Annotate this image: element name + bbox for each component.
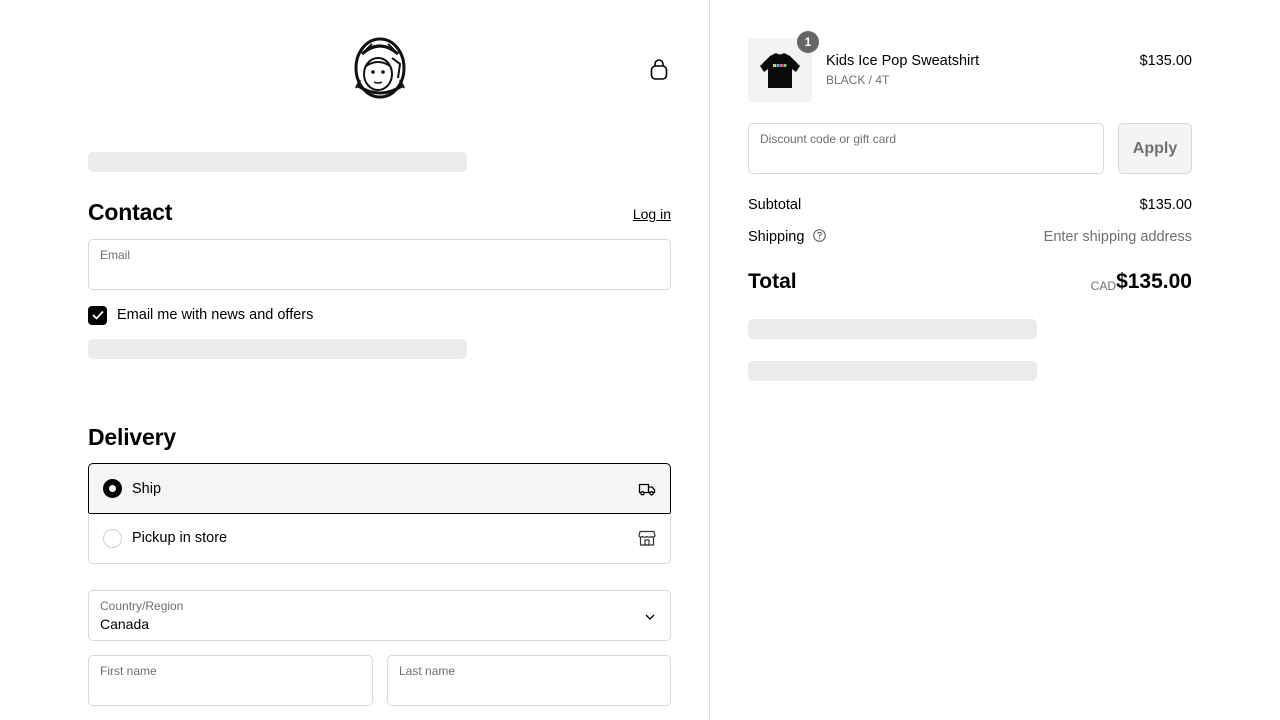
shipping-label: Shipping — [748, 229, 805, 245]
astronaut-helmet-logo[interactable] — [352, 36, 408, 102]
ship-label: Ship — [132, 480, 162, 497]
subtotal-value: $135.00 — [1139, 197, 1192, 213]
order-summary: 1 Kids Ice Pop Sweatshirt BLACK / 4T $13… — [710, 0, 1280, 720]
ship-radio[interactable] — [103, 479, 122, 498]
checkout-main: Contact Log in Email Email me with news … — [0, 0, 709, 720]
product-variant: BLACK / 4T — [826, 73, 890, 87]
email-field[interactable]: Email — [88, 239, 671, 290]
total-currency: CAD — [1090, 279, 1116, 293]
product-price: $135.00 — [1139, 53, 1192, 69]
last-name-field[interactable]: Last name — [387, 655, 671, 706]
truck-icon — [638, 480, 656, 498]
country-value: Canada — [100, 616, 150, 632]
loading-placeholder — [88, 339, 467, 359]
country-label: Country/Region — [100, 599, 184, 613]
marketing-optin[interactable]: Email me with news and offers — [88, 305, 313, 325]
loading-placeholder — [88, 152, 467, 172]
subtotal-label: Subtotal — [748, 197, 802, 213]
pickup-radio[interactable] — [103, 528, 122, 548]
chevron-down-icon — [644, 610, 656, 622]
loading-placeholder — [748, 319, 1037, 339]
contact-heading: Contact — [88, 199, 173, 225]
marketing-checkbox[interactable] — [88, 305, 107, 325]
discount-code-input[interactable]: Discount code or gift card — [748, 123, 1104, 174]
help-circle-icon[interactable] — [813, 229, 827, 242]
marketing-label: Email me with news and offers — [117, 307, 314, 323]
apply-discount-button[interactable]: Apply — [1118, 123, 1192, 174]
delivery-option-ship[interactable]: Ship — [88, 463, 671, 514]
product-name: Kids Ice Pop Sweatshirt — [826, 53, 980, 69]
pickup-label: Pickup in store — [132, 530, 228, 546]
first-name-field[interactable]: First name — [88, 655, 373, 706]
shipping-value: Enter shipping address — [1043, 229, 1192, 245]
shopping-bag-icon[interactable] — [648, 58, 670, 82]
checkmark-icon — [91, 310, 104, 320]
delivery-option-pickup[interactable]: Pickup in store — [88, 513, 671, 564]
shipping-row: Shipping Enter shipping address — [748, 229, 1192, 245]
loading-placeholder — [748, 361, 1037, 381]
email-label: Email — [100, 248, 131, 262]
subtotal-row: Subtotal $135.00 — [748, 197, 1192, 213]
last-name-label: Last name — [399, 664, 456, 678]
first-name-label: First name — [100, 664, 157, 678]
login-link[interactable]: Log in — [633, 206, 671, 222]
store-icon — [638, 529, 656, 547]
discount-placeholder: Discount code or gift card — [760, 132, 897, 146]
delivery-heading: Delivery — [88, 424, 176, 450]
quantity-badge: 1 — [797, 31, 819, 53]
total-amount: $135.00 — [1116, 270, 1192, 293]
country-select[interactable]: Country/Region Canada — [88, 590, 671, 641]
total-label: Total — [748, 270, 797, 293]
